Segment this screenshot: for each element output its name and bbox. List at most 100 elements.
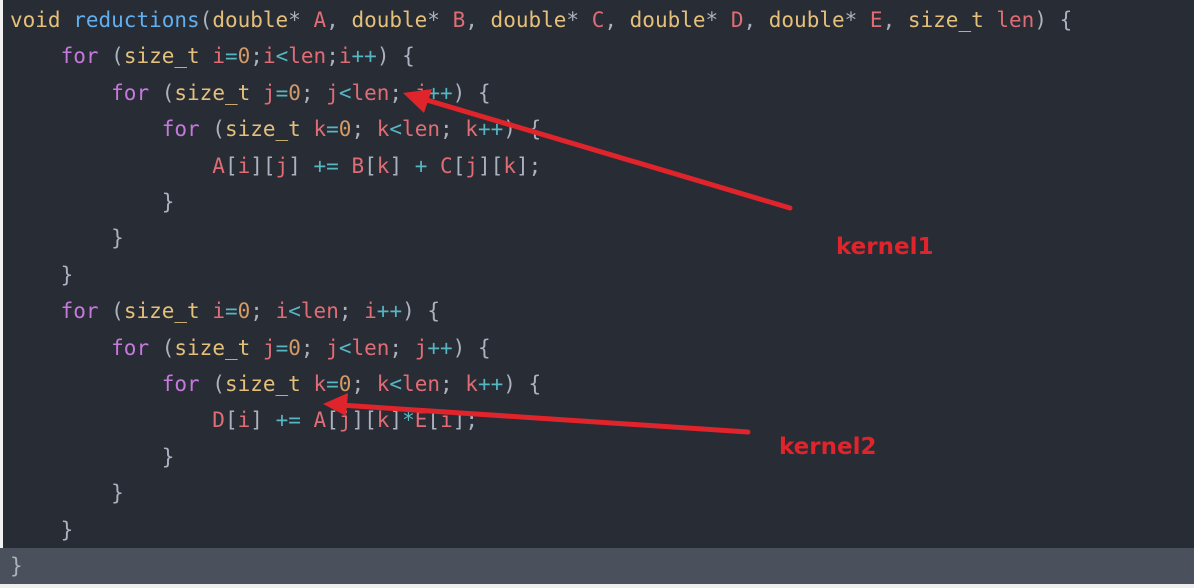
- code-token: ;: [326, 44, 339, 69]
- code-token: len: [300, 299, 339, 324]
- code-token: for: [111, 80, 150, 105]
- code-token: for: [161, 372, 200, 396]
- code-token: =: [275, 335, 289, 360]
- code-token: B: [351, 153, 365, 178]
- code-token: i: [275, 299, 289, 324]
- code-token: ];: [452, 408, 479, 433]
- code-token: len: [351, 80, 390, 105]
- code-line[interactable]: void reductions(double* A, double* B, do…: [10, 2, 1072, 38]
- code-token: B: [452, 8, 466, 32]
- code-line[interactable]: }: [10, 439, 175, 475]
- code-token: ]: [389, 408, 403, 433]
- code-token: }: [10, 190, 175, 214]
- current-line-highlight: [0, 548, 1194, 584]
- code-token: for: [111, 335, 150, 360]
- code-token: ][: [351, 408, 377, 433]
- code-token: C: [440, 153, 453, 178]
- code-token: ;: [389, 335, 415, 360]
- code-token: <: [389, 117, 403, 142]
- code-token: ;: [338, 299, 365, 324]
- code-token: ]: [389, 153, 415, 178]
- code-line[interactable]: }: [10, 548, 23, 584]
- code-token: }: [10, 226, 124, 251]
- code-token: [: [326, 408, 339, 433]
- code-token: ) {: [376, 44, 415, 69]
- code-token: [: [427, 408, 441, 433]
- code-token: }: [10, 481, 124, 506]
- code-token: size_t: [174, 335, 251, 360]
- code-line[interactable]: }: [10, 475, 124, 511]
- code-token: C: [591, 8, 605, 32]
- code-token: ) {: [452, 335, 491, 360]
- code-token: len: [288, 44, 327, 69]
- code-token: [: [364, 153, 377, 178]
- code-line[interactable]: D[i] += A[j][k]*E[i];: [10, 402, 478, 438]
- code-token: k: [465, 372, 478, 396]
- code-token: ;: [250, 299, 276, 324]
- code-token: ;: [250, 44, 263, 69]
- code-token: ) {: [1034, 8, 1073, 32]
- code-token: D: [212, 408, 225, 433]
- code-token: (: [149, 80, 175, 105]
- code-token: <: [338, 80, 352, 105]
- code-token: 0: [288, 335, 301, 360]
- code-token: j: [262, 80, 276, 105]
- code-token: D: [730, 8, 744, 32]
- code-line[interactable]: for (size_t j=0; j<len; j++) {: [10, 75, 490, 111]
- code-line[interactable]: }: [10, 220, 124, 256]
- code-line[interactable]: for (size_t k=0; k<len; k++) {: [10, 111, 541, 147]
- code-token: len: [402, 117, 440, 142]
- code-token: len: [351, 335, 390, 360]
- code-token: (: [199, 117, 225, 142]
- code-token: size_t: [123, 299, 200, 324]
- code-token: len: [402, 372, 440, 396]
- code-token: 0: [237, 44, 251, 69]
- code-token: ) {: [503, 117, 542, 142]
- code-token: ;: [300, 335, 327, 360]
- code-token: k: [376, 372, 390, 396]
- code-token: (: [98, 299, 124, 324]
- code-token: [: [224, 408, 238, 433]
- code-token: j: [338, 408, 352, 433]
- code-token: A: [212, 153, 225, 178]
- code-token: ][: [250, 153, 276, 178]
- code-line[interactable]: for (size_t j=0; j<len; j++) {: [10, 330, 491, 366]
- code-token: ]: [288, 153, 314, 178]
- code-line[interactable]: for (size_t i=0;i<len;i++) {: [10, 38, 415, 74]
- code-token: len: [996, 8, 1035, 32]
- code-token: ,: [743, 8, 769, 32]
- code-line[interactable]: for (size_t i=0; i<len; i++) {: [10, 293, 440, 329]
- code-line[interactable]: }: [10, 257, 74, 293]
- code-token: size_t: [123, 44, 200, 69]
- code-line[interactable]: }: [10, 184, 175, 220]
- code-editor[interactable]: void reductions(double* A, double* B, do…: [0, 0, 1194, 588]
- code-token: ,: [604, 8, 630, 32]
- code-token: k: [313, 117, 327, 142]
- code-token: j: [326, 80, 339, 105]
- code-line[interactable]: }: [10, 512, 74, 548]
- code-token: for: [60, 44, 99, 69]
- code-token: ++: [477, 372, 504, 396]
- code-line[interactable]: for (size_t k=0; k<len; k++) {: [10, 366, 541, 402]
- code-token: 0: [288, 80, 301, 105]
- code-token: ++: [427, 335, 453, 360]
- code-token: void: [10, 8, 61, 32]
- code-token: ,: [326, 8, 352, 32]
- code-token: ++: [477, 117, 504, 142]
- editor-bottom-strip: [0, 584, 1194, 588]
- code-token: j: [414, 80, 428, 105]
- code-token: <: [288, 299, 301, 324]
- code-token: i: [237, 408, 251, 433]
- code-token: }: [10, 262, 74, 287]
- code-token: ]: [250, 408, 276, 433]
- code-line[interactable]: A[i][j] += B[k] + C[j][k];: [10, 148, 541, 184]
